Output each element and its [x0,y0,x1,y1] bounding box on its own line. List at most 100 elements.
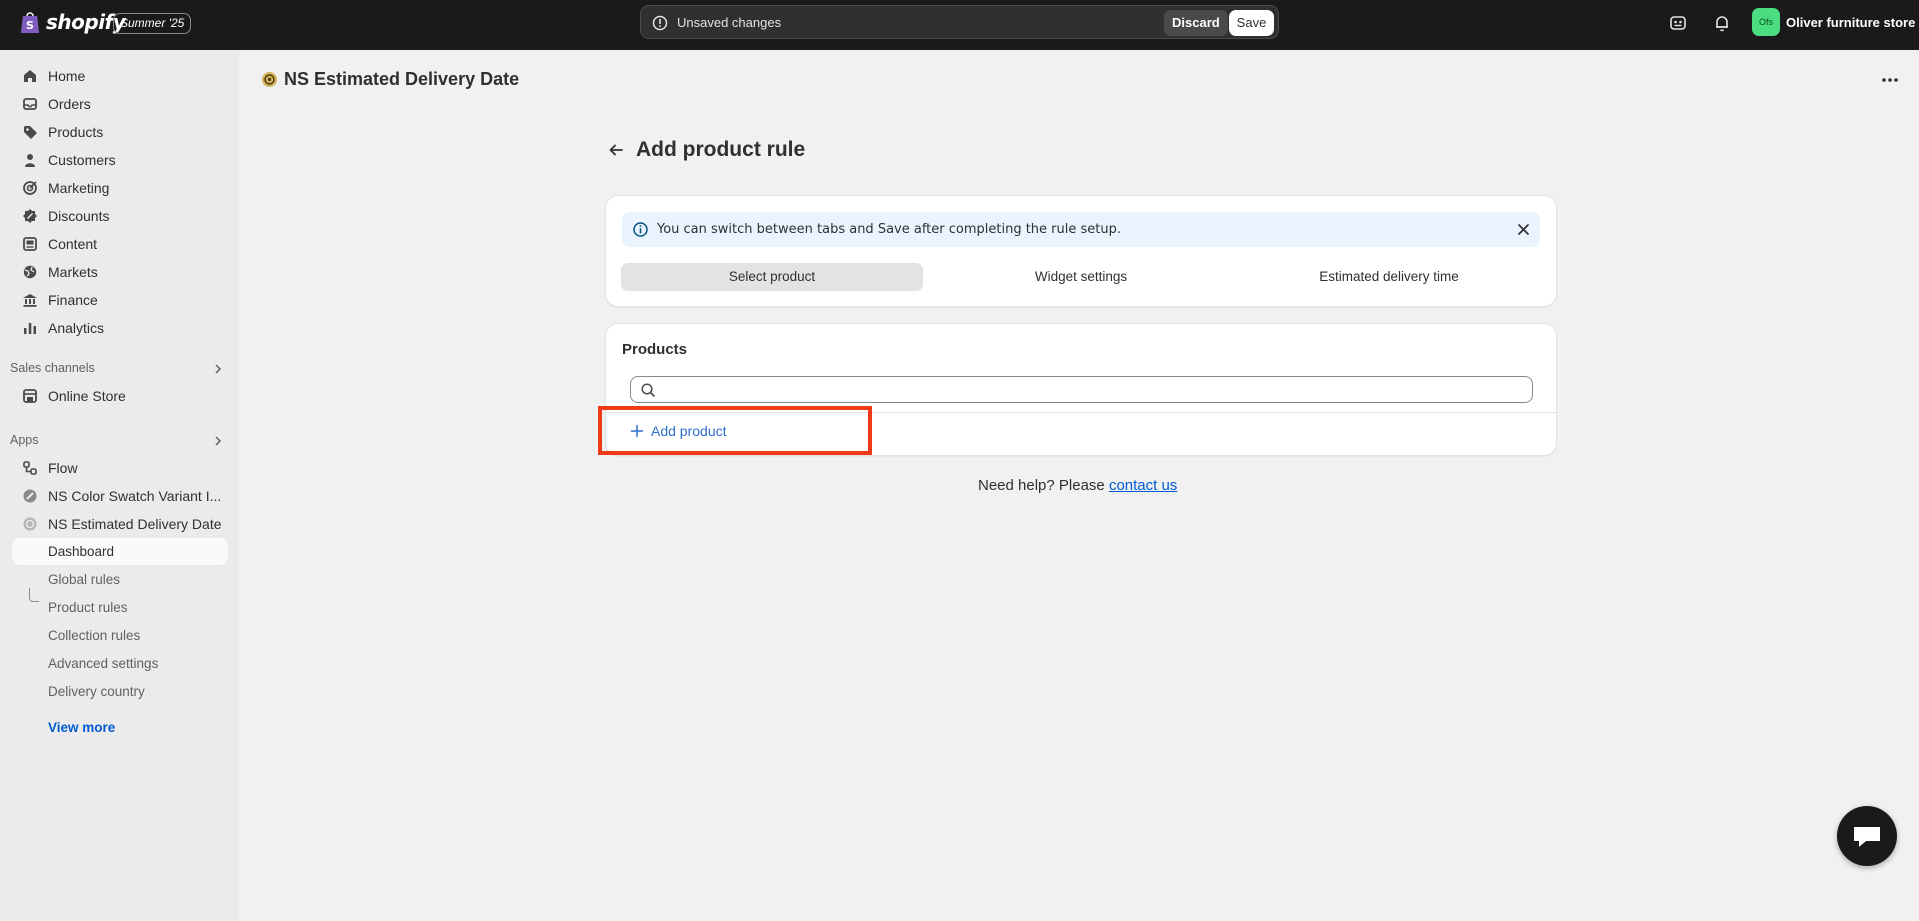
sidebar-item-flow[interactable]: Flow [12,454,228,481]
sidebar-item-products[interactable]: Products [12,118,228,145]
sidebar-item-analytics[interactable]: Analytics [12,314,228,341]
sidebar-item-marketing[interactable]: Marketing [12,174,228,201]
sidebar-item-finance[interactable]: Finance [12,286,228,313]
sidebar-subitem-collection-rules[interactable]: Collection rules [12,622,228,649]
chat-icon [1854,827,1880,847]
delivery-app-icon [20,514,40,534]
sidebar-item-label: Discounts [48,207,110,224]
sidebar-subitem-label: Collection rules [48,628,141,643]
back-arrow-icon[interactable] [606,140,626,160]
app-title: NS Estimated Delivery Date [284,69,520,89]
unsaved-changes-text: Unsaved changes [677,15,782,30]
store-icon [20,386,40,406]
view-more-link[interactable]: View more [48,720,115,735]
sidebar-subitem-label: Delivery country [48,684,145,699]
sidebar-item-label: NS Color Swatch Variant I... [48,487,222,504]
sidebar-item-label: Orders [48,95,91,112]
save-button[interactable]: Save [1229,10,1274,36]
delivery-app-icon [262,72,277,87]
help-text: Need help? Please contact us [978,477,1177,494]
bank-icon [20,290,40,310]
store-avatar: Ofs [1752,8,1780,36]
store-name: Oliver furniture store [1786,14,1916,30]
svg-text:S: S [26,19,34,32]
sidebar-item-markets[interactable]: Markets [12,258,228,285]
swatch-app-icon [20,486,40,506]
product-search-input[interactable] [630,376,1533,403]
search-icon [641,383,655,397]
search-text-field[interactable] [661,380,1521,399]
sidebar-subitem-label: Advanced settings [48,656,159,671]
target-icon [20,178,40,198]
page-title: Add product rule [636,138,806,161]
sales-channels-heading[interactable]: Sales channels [10,361,95,375]
sidekick-icon[interactable] [1668,13,1688,33]
flow-icon [20,458,40,478]
info-banner-text: You can switch between tabs and Save aft… [657,222,1121,237]
globe-icon [20,262,40,282]
help-prefix: Need help? Please [978,477,1105,494]
sidebar-item-label: Customers [48,151,116,168]
sidebar-item-ns-color-swatch[interactable]: NS Color Swatch Variant I... [12,482,228,509]
discard-button[interactable]: Discard [1164,10,1228,36]
edition-badge[interactable]: Summer '25 [113,13,192,34]
sidebar-item-label: Home [48,67,86,84]
sidebar-subitem-label: Dashboard [48,544,115,559]
more-actions-icon[interactable] [1877,70,1903,90]
shopify-bag-icon: S [21,12,39,33]
contact-us-link[interactable]: contact us [1109,477,1177,494]
sidebar-subitem-label: Product rules [48,600,128,615]
tab-select-product[interactable]: Select product [621,263,923,291]
sidebar-item-discounts[interactable]: Discounts [12,202,228,229]
sidebar-subitem-advanced-settings[interactable]: Advanced settings [12,650,228,677]
sidebar-item-content[interactable]: Content [12,230,228,257]
sidebar-item-label: Markets [48,263,98,280]
sidebar-subitem-global-rules[interactable]: Global rules [12,566,228,593]
sidebar-item-home[interactable]: Home [12,62,228,89]
sidebar-item-label: Online Store [48,387,126,404]
alert-circle-icon [652,15,668,31]
store-menu[interactable]: Ofs Oliver furniture store [1752,8,1915,36]
sidebar-item-label: Finance [48,291,98,308]
sidebar-item-label: Content [48,235,98,252]
close-icon[interactable] [1515,221,1532,238]
chevron-right-icon[interactable] [212,363,224,375]
tabs-card: You can switch between tabs and Save aft… [606,196,1556,306]
sidebar-item-online-store[interactable]: Online Store [12,382,228,409]
sidebar-subitem-dashboard[interactable]: Dashboard [12,538,228,565]
sidebar-item-label: Products [48,123,104,140]
top-bar: S shopify Summer '25 Unsaved changes Dis… [0,0,1919,50]
person-icon [20,150,40,170]
info-icon [633,222,648,237]
chat-button[interactable] [1837,806,1897,866]
discount-icon [20,206,40,226]
sidebar-item-orders[interactable]: Orders [12,90,228,117]
sidebar-item-ns-estimated-delivery[interactable]: NS Estimated Delivery Date [12,510,228,537]
unsaved-changes-bar: Unsaved changes Discard Save [640,5,1279,39]
orders-icon [20,94,40,114]
sidebar-subitem-delivery-country[interactable]: Delivery country [12,678,228,705]
sidebar-item-label: Marketing [48,179,110,196]
sidebar-item-label: NS Estimated Delivery Date [48,515,222,532]
shopify-logo[interactable]: S shopify [20,10,126,34]
highlight-box [598,406,872,455]
tag-icon [20,122,40,142]
tab-widget-settings[interactable]: Widget settings [930,263,1232,291]
app-title-bar: NS Estimated Delivery Date [261,69,519,90]
chevron-right-icon[interactable] [212,435,224,447]
info-banner: You can switch between tabs and Save aft… [622,212,1540,247]
bar-chart-icon [20,318,40,338]
sidebar-item-label: Flow [48,459,78,476]
sidebar-item-label: Analytics [48,319,105,336]
sidebar: Home Orders Products Customers Marketing… [0,50,239,921]
sidebar-subitem-product-rules[interactable]: Product rules [12,594,228,621]
tab-estimated-delivery-time[interactable]: Estimated delivery time [1238,263,1540,291]
content-icon [20,234,40,254]
products-card-title: Products [622,341,688,358]
bell-icon[interactable] [1712,13,1732,33]
sidebar-subitem-label: Global rules [48,572,121,587]
apps-heading[interactable]: Apps [10,433,39,447]
page-header: Add product rule [606,138,805,162]
sidebar-item-customers[interactable]: Customers [12,146,228,173]
home-icon [20,66,40,86]
